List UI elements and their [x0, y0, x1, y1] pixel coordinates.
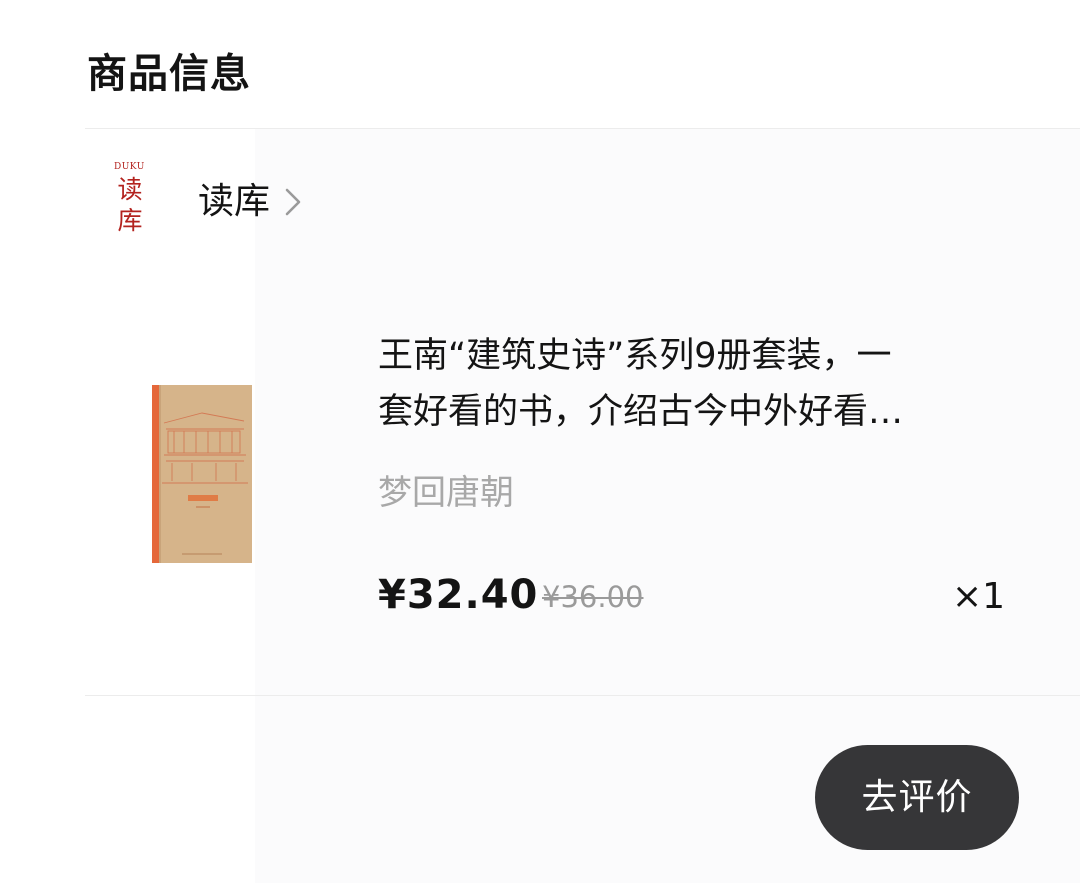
shop-logo: DUKU 读库	[110, 160, 150, 244]
product-title-line-1: 王南“建筑史诗”系列9册套装，一	[378, 336, 892, 376]
review-button[interactable]: 去评价	[815, 745, 1019, 850]
order-product-info-page: 商品信息 DUKU 读库 读库 王南“建筑史诗”系列9册套装，一 套好看的书，介…	[0, 0, 1080, 883]
chevron-right-icon	[285, 188, 301, 216]
shop-link[interactable]: DUKU 读库 读库	[110, 160, 302, 244]
product-title-line-2: 套好看的书，介绍古今中外好看…	[378, 392, 904, 432]
product-original-price: ¥36.00	[542, 580, 644, 614]
shop-name: 读库	[198, 181, 271, 222]
product-title[interactable]: 王南“建筑史诗”系列9册套装，一 套好看的书，介绍古今中外好看…	[378, 328, 993, 440]
book-cover-image[interactable]	[152, 385, 252, 563]
product-price: ¥32.40	[378, 572, 539, 618]
top-divider	[85, 128, 1080, 129]
shop-logo-english: DUKU	[114, 162, 145, 172]
product-spec: 梦回唐朝	[378, 473, 514, 513]
product-quantity: ×1	[952, 576, 1006, 617]
bottom-divider	[85, 695, 1080, 696]
section-title: 商品信息	[87, 51, 251, 97]
shop-logo-chinese: 读库	[117, 175, 143, 235]
